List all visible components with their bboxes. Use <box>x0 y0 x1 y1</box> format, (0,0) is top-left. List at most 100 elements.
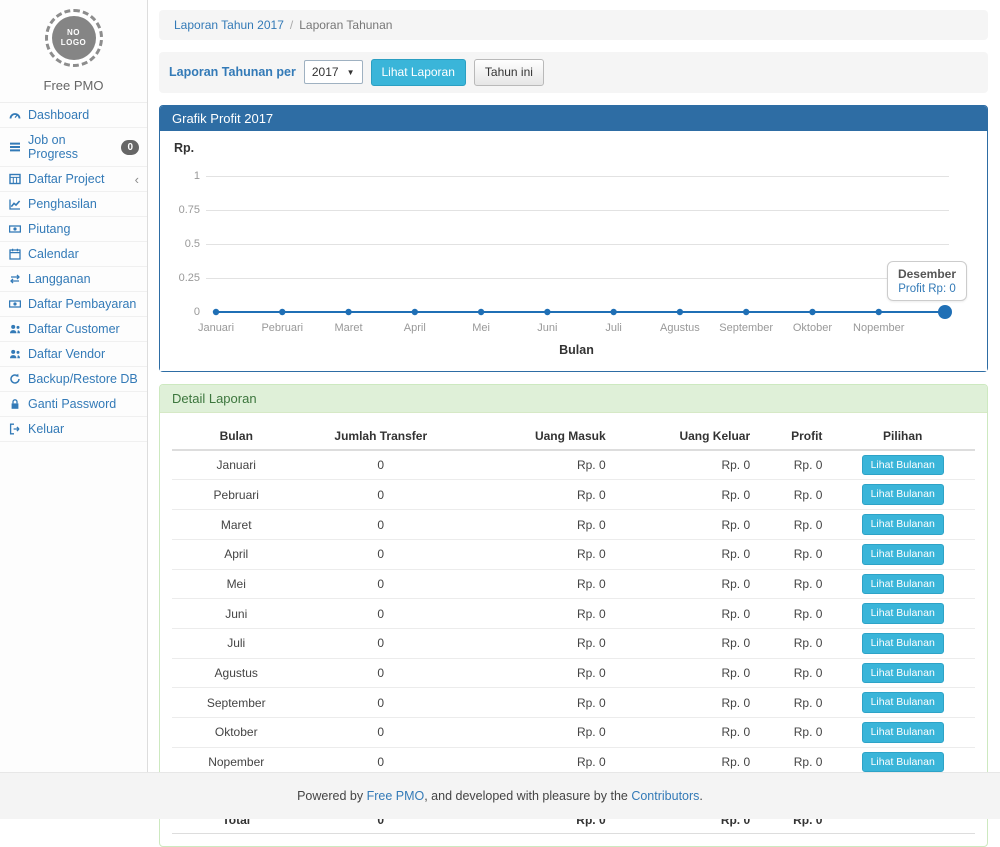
cell-pilihan: Lihat Bulanan <box>830 539 975 569</box>
tasks-icon <box>9 141 22 153</box>
dashboard-icon <box>9 109 22 121</box>
chart-point-april[interactable] <box>412 309 418 315</box>
money-icon <box>9 223 22 235</box>
profit-chart-panel: Grafik Profit 2017 Rp. Bulan Desember Pr… <box>159 105 988 372</box>
breadcrumb-current: Laporan Tahunan <box>299 18 392 32</box>
count-badge: 0 <box>121 140 139 155</box>
chart-point-nopember[interactable] <box>876 309 882 315</box>
cell-uang-masuk: Rp. 0 <box>461 539 614 569</box>
sidebar-item-keluar[interactable]: Keluar <box>0 417 147 442</box>
sidebar-item-job-on-progress[interactable]: Job on Progress0 <box>0 128 147 167</box>
calendar-icon <box>9 248 22 260</box>
sidebar-item-daftar-pembayaran[interactable]: Daftar Pembayaran <box>0 292 147 317</box>
cell-bulan: Juli <box>172 628 300 658</box>
cell-uang-masuk: Rp. 0 <box>461 510 614 540</box>
chart-point-januari[interactable] <box>213 309 219 315</box>
lihat-bulanan-button[interactable]: Lihat Bulanan <box>862 455 944 476</box>
brand-name: Free PMO <box>0 71 147 102</box>
cell-uang-keluar: Rp. 0 <box>614 628 759 658</box>
sign-out-icon <box>9 423 22 435</box>
chevron-left-icon: ‹ <box>135 173 139 186</box>
lihat-laporan-button[interactable]: Lihat Laporan <box>371 59 466 86</box>
lihat-bulanan-button[interactable]: Lihat Bulanan <box>862 663 944 684</box>
lihat-bulanan-button[interactable]: Lihat Bulanan <box>862 722 944 743</box>
cell-pilihan: Lihat Bulanan <box>830 480 975 510</box>
breadcrumb: Laporan Tahun 2017/Laporan Tahunan <box>159 10 988 40</box>
lihat-bulanan-button[interactable]: Lihat Bulanan <box>862 544 944 565</box>
year-select-value: 2017 <box>312 65 339 79</box>
year-select[interactable]: 2017 ▼ <box>304 60 363 84</box>
sidebar-item-label: Langganan <box>28 272 91 286</box>
footer-text-middle: , and developed with pleasure by the <box>424 789 631 803</box>
no-logo-badge: NO LOGO <box>45 9 103 67</box>
x-tick-label: Juni <box>511 322 583 334</box>
lihat-bulanan-button[interactable]: Lihat Bulanan <box>862 752 944 773</box>
footer-link-free-pmo[interactable]: Free PMO <box>367 789 425 803</box>
footer-link-contributors[interactable]: Contributors <box>631 789 699 803</box>
cell-uang-keluar: Rp. 0 <box>614 539 759 569</box>
cell-jumlah-transfer: 0 <box>300 717 461 747</box>
cell-bulan: Mei <box>172 569 300 599</box>
chart-point-agustus[interactable] <box>677 309 683 315</box>
cell-jumlah-transfer: 0 <box>300 450 461 480</box>
chart-point-desember[interactable] <box>938 305 952 319</box>
breadcrumb-link-laporan-tahun[interactable]: Laporan Tahun 2017 <box>174 18 284 32</box>
cell-jumlah-transfer: 0 <box>300 510 461 540</box>
cell-uang-masuk: Rp. 0 <box>461 599 614 629</box>
lihat-bulanan-button[interactable]: Lihat Bulanan <box>862 692 944 713</box>
table-row-april: April0Rp. 0Rp. 0Rp. 0Lihat Bulanan <box>172 539 975 569</box>
table-row-juli: Juli0Rp. 0Rp. 0Rp. 0Lihat Bulanan <box>172 628 975 658</box>
tahun-ini-button[interactable]: Tahun ini <box>474 59 544 86</box>
tooltip-value: Profit Rp: 0 <box>898 283 956 295</box>
header-bulan: Bulan <box>172 423 300 450</box>
sidebar-item-penghasilan[interactable]: Penghasilan <box>0 192 147 217</box>
line-chart-icon <box>9 198 22 210</box>
cell-profit: Rp. 0 <box>758 599 830 629</box>
sidebar-item-daftar-customer[interactable]: Daftar Customer <box>0 317 147 342</box>
chart-point-mei[interactable] <box>478 309 484 315</box>
cell-profit: Rp. 0 <box>758 717 830 747</box>
chart-point-pebruari[interactable] <box>279 309 285 315</box>
sidebar-item-piutang[interactable]: Piutang <box>0 217 147 242</box>
x-tick-label: Pebruari <box>246 322 318 334</box>
lihat-bulanan-button[interactable]: Lihat Bulanan <box>862 574 944 595</box>
sidebar-item-label: Penghasilan <box>28 197 97 211</box>
sidebar-item-langganan[interactable]: Langganan <box>0 267 147 292</box>
lihat-bulanan-button[interactable]: Lihat Bulanan <box>862 633 944 654</box>
cell-uang-keluar: Rp. 0 <box>614 569 759 599</box>
retweet-icon <box>9 273 22 285</box>
sidebar-item-label: Piutang <box>28 222 70 236</box>
sidebar: NO LOGO Free PMO Dashboard Job on Progres… <box>0 0 148 772</box>
report-table-body: Januari0Rp. 0Rp. 0Rp. 0Lihat BulananPebr… <box>172 450 975 807</box>
chart-point-juni[interactable] <box>544 309 550 315</box>
sidebar-item-daftar-vendor[interactable]: Daftar Vendor <box>0 342 147 367</box>
cell-bulan: Juni <box>172 599 300 629</box>
money-icon <box>9 298 22 310</box>
cell-profit: Rp. 0 <box>758 658 830 688</box>
chart-point-september[interactable] <box>743 309 749 315</box>
sidebar-item-calendar[interactable]: Calendar <box>0 242 147 267</box>
cell-profit: Rp. 0 <box>758 628 830 658</box>
lihat-bulanan-button[interactable]: Lihat Bulanan <box>862 603 944 624</box>
sidebar-item-label: Backup/Restore DB <box>28 372 138 386</box>
sidebar-item-ganti-password[interactable]: Ganti Password <box>0 392 147 417</box>
sidebar-item-label: Daftar Pembayaran <box>28 297 136 311</box>
cell-uang-keluar: Rp. 0 <box>614 658 759 688</box>
chevron-down-icon: ▼ <box>347 68 355 77</box>
sidebar-item-label: Calendar <box>28 247 79 261</box>
sidebar-item-dashboard[interactable]: Dashboard <box>0 103 147 128</box>
lihat-bulanan-button[interactable]: Lihat Bulanan <box>862 484 944 505</box>
cell-uang-masuk: Rp. 0 <box>461 569 614 599</box>
lihat-bulanan-button[interactable]: Lihat Bulanan <box>862 514 944 535</box>
table-row-maret: Maret0Rp. 0Rp. 0Rp. 0Lihat Bulanan <box>172 510 975 540</box>
sidebar-item-label: Ganti Password <box>28 397 116 411</box>
cell-uang-keluar: Rp. 0 <box>614 510 759 540</box>
sidebar-item-label: Dashboard <box>28 108 89 122</box>
cell-profit: Rp. 0 <box>758 539 830 569</box>
sidebar-item-daftar-project[interactable]: Daftar Project‹ <box>0 167 147 192</box>
chart-point-oktober[interactable] <box>809 309 815 315</box>
chart-point-maret[interactable] <box>345 309 351 315</box>
cell-jumlah-transfer: 0 <box>300 628 461 658</box>
sidebar-item-backup-restore-db[interactable]: Backup/Restore DB <box>0 367 147 392</box>
chart-point-juli[interactable] <box>610 309 616 315</box>
